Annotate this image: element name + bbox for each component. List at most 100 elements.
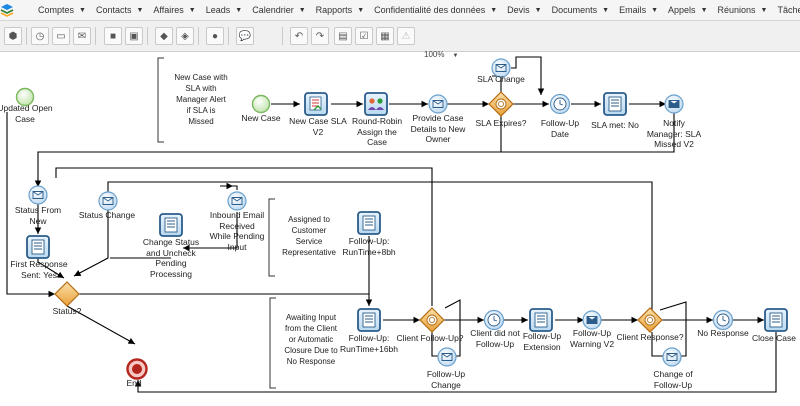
gateway-status[interactable] [54, 281, 80, 307]
timer-event-no-response[interactable] [712, 309, 734, 331]
chevron-down-icon: ▼ [602, 6, 610, 14]
nav-item-contacts[interactable]: Contacts ▼ [96, 5, 143, 15]
label-sla-met-no: SLA met: No [591, 120, 639, 130]
chevron-down-icon: ▼ [235, 6, 243, 14]
chevron-down-icon: ▼ [136, 6, 144, 14]
timer-event-client-did-not-follow-up[interactable] [483, 309, 505, 331]
process-diagram [6, 56, 788, 393]
label-sla-change: SLA Change [477, 74, 525, 84]
task-follow-up-8bh[interactable] [357, 211, 381, 235]
toolbar-divider [26, 27, 27, 45]
subprocess-icon[interactable]: ▣ [125, 27, 143, 45]
chevron-down-icon: ▼ [651, 6, 659, 14]
start-event-new-case[interactable] [251, 94, 271, 114]
label-close-case: Close Case [752, 333, 796, 343]
save-icon[interactable]: ▤ [334, 27, 352, 45]
label-follow-up-8bh: Follow-Up: RunTime+8bh [342, 236, 396, 257]
label-follow-up-warning: Follow-Up Warning V2 [569, 328, 615, 349]
nav-item-leads[interactable]: Leads ▼ [206, 5, 242, 15]
task-close-case[interactable] [764, 308, 788, 332]
chevron-down-icon: ▼ [700, 6, 708, 14]
nav-item-confidentialite[interactable]: Confidentialité des données ▼ [374, 5, 497, 15]
chevron-down-icon: ▼ [188, 6, 196, 14]
task-first-response-sent[interactable] [26, 235, 50, 259]
copy-icon[interactable]: ▦ [376, 27, 394, 45]
comment-icon[interactable]: 💬 [236, 27, 254, 45]
nav-item-documents[interactable]: Documents ▼ [552, 5, 609, 15]
timer-event-icon[interactable]: ◷ [31, 27, 49, 45]
toolbar-divider [282, 27, 283, 45]
app-logo-icon[interactable] [0, 0, 14, 20]
label-client-response: Client Response? [616, 332, 684, 342]
gateway-icon[interactable]: ◆ [155, 27, 173, 45]
nav-item-reunions[interactable]: Réunions ▼ [718, 5, 768, 15]
designer-toolbar: ⬢ ◷ ▭ ✉ ■ ▣ ◆ ◈ ● 💬 ↶ ↷ ▤ ☑ ▦ ⚠ 100% ▼ [0, 21, 800, 59]
event-gateway-icon[interactable]: ◈ [176, 27, 194, 45]
label-follow-up-extension: Follow-Up Extension [522, 331, 562, 352]
message-event-status-change[interactable] [98, 191, 118, 211]
toolbar-divider [228, 27, 229, 45]
label-first-response-sent: First Response Sent: Yes [10, 259, 68, 280]
message-event-inbound-email[interactable] [227, 191, 247, 211]
task-icon[interactable]: ■ [104, 27, 122, 45]
task-new-case-sla-v2[interactable] [304, 92, 328, 116]
message-event-provide-details[interactable] [428, 94, 448, 114]
nav-item-emails[interactable]: Emails ▼ [619, 5, 658, 15]
label-new-case: New Case [241, 113, 281, 123]
flow [79, 293, 373, 306]
toolbar-divider [198, 27, 199, 45]
message-event-notify-manager[interactable] [664, 94, 684, 114]
message-event-status-from-new[interactable] [28, 185, 48, 205]
label-inbound-email: Inbound Email Received While Pending Input [209, 210, 265, 252]
gateway-client-follow-up[interactable] [419, 307, 445, 333]
chevron-down-icon: ▼ [490, 6, 498, 14]
message-event-follow-up-change[interactable] [437, 347, 457, 367]
label-notify-manager: Notify Manager: SLA Missed V2 [646, 118, 702, 149]
label-new-case-sla-v2: New Case SLA V2 [289, 116, 347, 137]
nav-item-taches[interactable]: Tâches▼ [777, 5, 800, 15]
toolbar-divider [147, 27, 148, 45]
task-sla-met-no[interactable] [603, 92, 627, 116]
timer-event-follow-up-date[interactable] [549, 93, 571, 115]
nav-item-appels[interactable]: Appels ▼ [668, 5, 707, 15]
label-status-change: Status Change [78, 210, 136, 220]
nav-item-calendrier[interactable]: Calendrier ▼ [252, 5, 305, 15]
task-round-robin[interactable] [364, 92, 388, 116]
chevron-down-icon: ▼ [534, 6, 542, 14]
task-follow-up-16bh[interactable] [357, 308, 381, 332]
label-follow-up-change: Follow-Up Change [426, 369, 466, 390]
label-status-from-new: Status From New [14, 205, 62, 226]
end-event-icon[interactable]: ● [206, 27, 224, 45]
gateway-client-response[interactable] [637, 307, 663, 333]
label-follow-up-16bh: Follow-Up: RunTime+16bh [339, 333, 399, 354]
validate-icon[interactable]: ☑ [355, 27, 373, 45]
label-change-status-uncheck: Change Status and Uncheck Pending Processin… [142, 237, 200, 279]
flow [220, 182, 238, 190]
nav-item-devis[interactable]: Devis ▼ [507, 5, 541, 15]
label-client-did-not-follow-up: Client did not Follow-Up [470, 328, 520, 349]
label-sla-expires: SLA Expires? [475, 118, 527, 128]
chevron-down-icon: ▼ [357, 6, 365, 14]
top-nav: Comptes ▼ Contacts ▼ Affaires ▼ Leads ▼ Cale… [0, 0, 800, 21]
message-event-follow-up-warning[interactable] [582, 310, 602, 330]
envelope-icon[interactable]: ✉ [73, 27, 91, 45]
gateway-sla-expires[interactable] [488, 91, 514, 117]
undo-icon[interactable]: ↶ [290, 27, 308, 45]
label-round-robin: Round-Robin Assign the Case [351, 116, 403, 147]
warning-icon: ⚠ [397, 27, 415, 45]
nav-item-comptes[interactable]: Comptes ▼ [38, 5, 86, 15]
redo-icon[interactable]: ↷ [311, 27, 329, 45]
chevron-down-icon: ▼ [79, 6, 86, 14]
message-event-change-of-follow-up[interactable] [662, 347, 682, 367]
nav-item-rapports[interactable]: Rapports ▼ [316, 5, 364, 15]
label-status-gateway: Status? [52, 306, 82, 316]
inbox-icon[interactable]: ▭ [52, 27, 70, 45]
label-end: End [126, 378, 142, 388]
end-event[interactable] [126, 358, 148, 380]
toolbar-divider [95, 27, 96, 45]
task-change-status-uncheck[interactable] [159, 213, 183, 237]
task-follow-up-extension[interactable] [529, 308, 553, 332]
cube-icon[interactable]: ⬢ [4, 27, 22, 45]
bpmn-canvas[interactable]: Updated Open Case New Case New Case SLA V2… [0, 52, 800, 406]
nav-item-affaires[interactable]: Affaires ▼ [153, 5, 195, 15]
